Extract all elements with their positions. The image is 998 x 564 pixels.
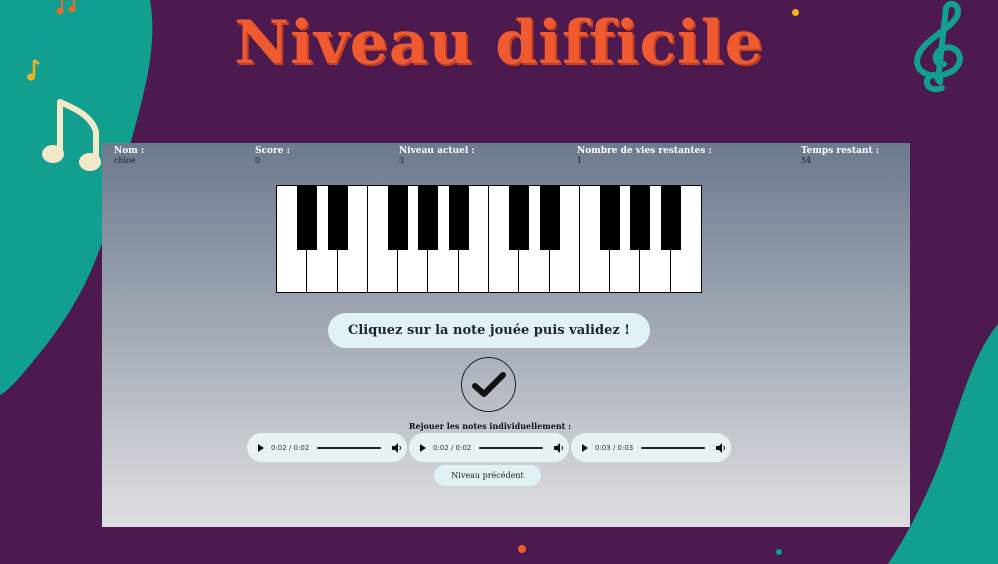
info-score: Score :0 (255, 146, 290, 165)
black-key[interactable] (600, 186, 621, 250)
audio-player-1[interactable]: 0:02 / 0:02 (247, 433, 407, 462)
teal-dot (776, 549, 782, 555)
checkmark-icon (471, 371, 506, 397)
info-level: Niveau actuel :3 (399, 146, 475, 165)
audio-time: 0:02 / 0:02 (271, 443, 310, 452)
black-key[interactable] (630, 186, 651, 250)
audio-progress[interactable] (641, 446, 706, 449)
audio-progress[interactable] (317, 446, 382, 449)
black-key[interactable] (327, 186, 348, 250)
small-note-icon (27, 59, 40, 81)
play-icon[interactable] (258, 443, 264, 452)
info-time: Temps restant :54 (801, 146, 880, 165)
audio-progress[interactable] (479, 446, 544, 449)
replay-label: Rejouer les notes individuellement : (408, 421, 572, 431)
black-key[interactable] (539, 186, 560, 250)
validate-button[interactable] (461, 357, 516, 412)
audio-player-2[interactable]: 0:02 / 0:02 (409, 433, 569, 462)
play-icon[interactable] (582, 443, 588, 452)
black-key[interactable] (448, 186, 469, 250)
game-panel: Nom : chloe Score :0 Niveau actuel :3 Nom… (102, 143, 910, 527)
black-key[interactable] (388, 186, 409, 250)
info-name: Nom : chloe (114, 146, 145, 165)
black-key[interactable] (418, 186, 439, 250)
audio-player-3[interactable]: 0:03 / 0:03 (571, 433, 731, 462)
volume-icon[interactable] (554, 442, 564, 453)
previous-level-button[interactable]: Niveau précédent (434, 465, 541, 486)
audio-time: 0:03 / 0:03 (595, 443, 634, 452)
black-key[interactable] (509, 186, 530, 250)
instruction-banner: Cliquez sur la note jouée puis validez ! (328, 313, 650, 348)
audio-time: 0:02 / 0:02 (433, 443, 472, 452)
play-icon[interactable] (420, 443, 426, 452)
piano-keyboard (276, 185, 702, 293)
volume-icon[interactable] (392, 442, 402, 453)
music-note-icon (42, 99, 101, 171)
info-lives: Nombre de vies restantes :1 (577, 146, 712, 165)
black-key[interactable] (660, 186, 681, 250)
black-key[interactable] (297, 186, 318, 250)
orange-dot (518, 545, 526, 553)
yellow-dot (792, 9, 799, 16)
orange-notes-icon (56, 0, 76, 14)
volume-icon[interactable] (716, 442, 726, 453)
treble-clef-icon (914, 0, 963, 93)
page-title: Niveau difficile (234, 8, 764, 78)
